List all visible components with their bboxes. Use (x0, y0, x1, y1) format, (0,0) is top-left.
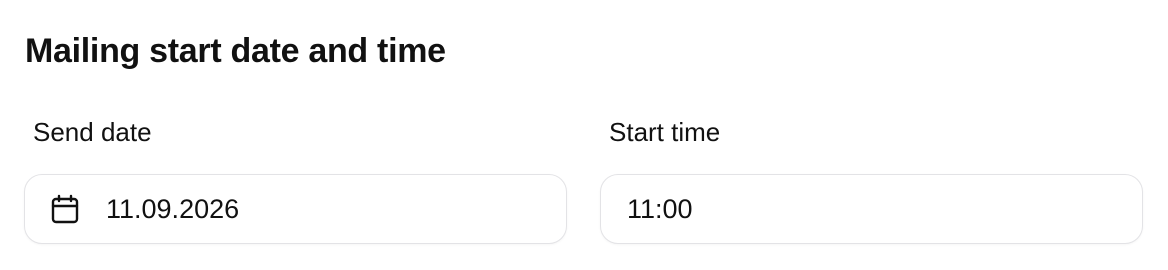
send-date-label: Send date (33, 117, 152, 147)
start-time-value: 11:00 (627, 194, 693, 224)
calendar-icon[interactable] (51, 194, 79, 224)
send-date-input[interactable]: 11.09.2026 (24, 174, 567, 244)
start-time-input[interactable]: 11:00 (600, 174, 1143, 244)
section-title: Mailing start date and time (25, 32, 446, 70)
send-date-field: Send date 11.09.2026 (24, 115, 568, 244)
start-time-label: Start time (609, 117, 721, 147)
send-date-value: 11.09.2026 (106, 194, 240, 224)
start-time-field: Start time 11:00 (600, 115, 1144, 244)
